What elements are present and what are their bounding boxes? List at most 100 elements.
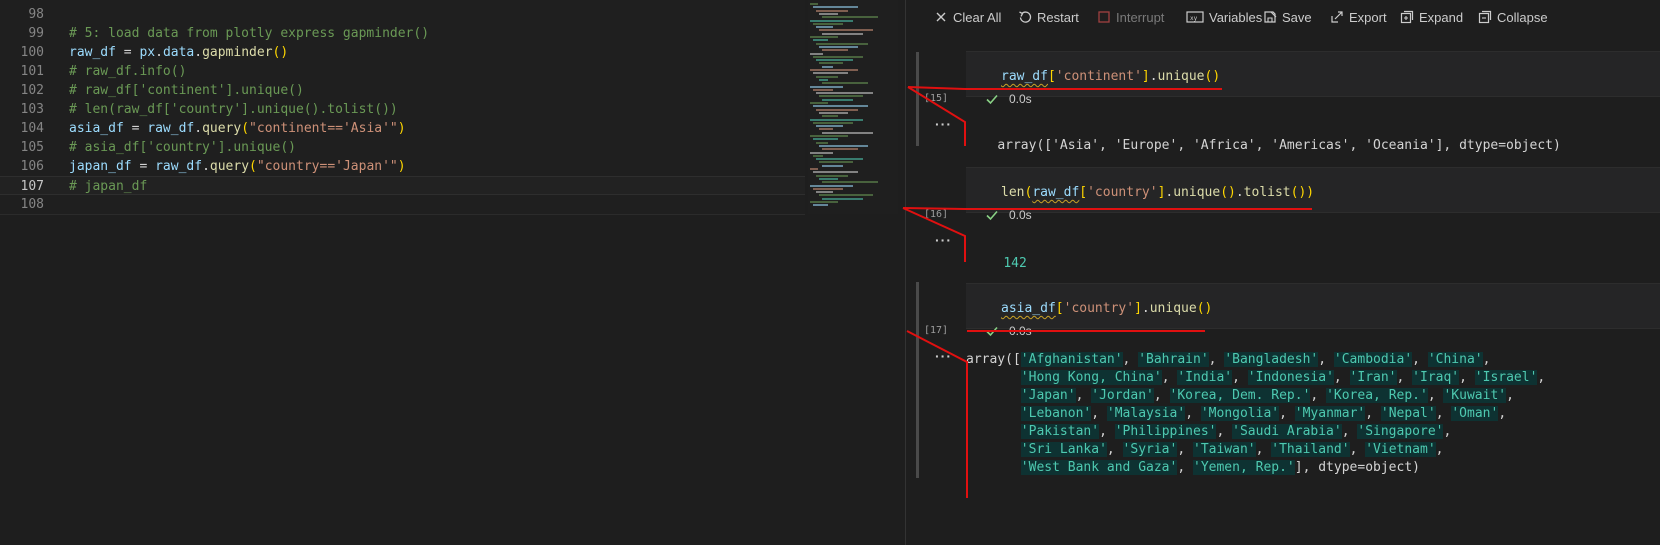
- minimap-line: [813, 204, 828, 207]
- minimap-line: [813, 187, 843, 190]
- minimap-line: [813, 72, 848, 75]
- output-more-button[interactable]: ···: [935, 232, 952, 248]
- output-line: 'Japan', 'Jordan', 'Korea, Dem. Rep.', '…: [1020, 388, 1514, 403]
- restart-icon: [1018, 10, 1032, 24]
- interrupt-button[interactable]: Interrupt: [1097, 8, 1164, 26]
- minimap-line: [822, 32, 863, 35]
- code-line[interactable]: 99 # 5: load data from plotly express gap…: [0, 24, 805, 43]
- minimap-line: [810, 102, 828, 104]
- close-icon: [934, 10, 948, 24]
- line-text: # asia_df['country'].unique(): [69, 140, 296, 155]
- cell-code[interactable]: raw_df['continent'].unique(): [1001, 68, 1220, 86]
- code-editor[interactable]: 98 99 # 5: load data from plotly express g…: [0, 0, 905, 545]
- minimap-line: [810, 85, 843, 88]
- clear-all-button[interactable]: Clear All: [934, 8, 1001, 26]
- minimap[interactable]: [808, 0, 898, 214]
- minimap-line: [819, 78, 828, 81]
- minimap-line: [813, 154, 823, 157]
- code-area[interactable]: 98 99 # 5: load data from plotly express g…: [0, 0, 805, 215]
- minimap-line: [819, 95, 863, 98]
- line-text: raw_df = px.data.gapminder(): [69, 45, 289, 60]
- minimap-line: [822, 164, 843, 167]
- minimap-line: [813, 121, 853, 124]
- code-line[interactable]: 100 raw_df = px.data.gapminder(): [0, 43, 805, 62]
- output-more-button[interactable]: ···: [935, 348, 952, 364]
- minimap-line: [822, 148, 858, 151]
- cell-code[interactable]: asia_df['country'].unique(): [1001, 300, 1212, 318]
- minimap-line: [822, 115, 838, 118]
- minimap-line: [819, 144, 868, 147]
- line-text: japan_df = raw_df.query("country=='Japan…: [69, 159, 406, 174]
- line-number: 100: [20, 45, 44, 60]
- clear-all-label: Clear All: [953, 9, 1002, 25]
- code-line[interactable]: 105 # asia_df['country'].unique(): [0, 138, 805, 157]
- minimap-line: [819, 128, 833, 131]
- code-line[interactable]: 102 # raw_df['continent'].unique(): [0, 81, 805, 100]
- svg-text:xy: xy: [1190, 15, 1198, 22]
- interactive-window: Clear All Restart Interrupt xy Variables…: [905, 0, 1660, 545]
- minimap-line: [810, 69, 858, 71]
- variables-button[interactable]: xy Variables: [1186, 8, 1262, 26]
- cell-status: 0.0s: [984, 322, 1032, 340]
- minimap-line: [816, 191, 833, 194]
- minimap-line: [813, 55, 863, 58]
- code-line[interactable]: 106 japan_df = raw_df.query("country=='Ja…: [0, 157, 805, 176]
- export-label: Export: [1349, 9, 1387, 25]
- minimap-line: [810, 184, 853, 187]
- interrupt-icon: [1097, 10, 1111, 24]
- minimap-line: [816, 125, 843, 128]
- expand-label: Expand: [1419, 9, 1464, 25]
- minimap-line: [819, 111, 848, 114]
- code-line[interactable]: 107 # japan_df: [0, 176, 805, 195]
- minimap-line: [810, 19, 853, 22]
- minimap-line: [819, 177, 838, 180]
- interrupt-label: Interrupt: [1116, 9, 1165, 25]
- cell-output: array(['Asia', 'Europe', 'Africa', 'Amer…: [966, 119, 1561, 173]
- expand-button[interactable]: Expand: [1400, 8, 1463, 26]
- output-more-button[interactable]: ···: [935, 116, 952, 132]
- code-cell-input[interactable]: len(raw_df['country'].unique().tolist()): [966, 167, 1660, 213]
- minimap-line: [813, 138, 838, 141]
- minimap-line: [819, 161, 853, 164]
- minimap-line: [819, 12, 838, 15]
- expand-icon: [1400, 10, 1414, 24]
- output-line: 'Hong Kong, China', 'India', 'Indonesia'…: [1020, 370, 1546, 385]
- execution-time: 0.0s: [1009, 92, 1032, 106]
- cell-focus-bar: [916, 52, 919, 146]
- line-number: 102: [20, 83, 44, 98]
- minimap-line: [810, 168, 818, 170]
- cell-output: array(['Afghanistan', 'Bahrain', 'Bangla…: [966, 351, 1545, 477]
- minimap-line: [816, 75, 838, 78]
- code-cell-input[interactable]: asia_df['country'].unique(): [966, 283, 1660, 329]
- line-number: 101: [20, 64, 44, 79]
- minimap-line: [819, 194, 873, 197]
- export-button[interactable]: Export: [1330, 8, 1387, 26]
- minimap-line: [816, 26, 833, 29]
- minimap-line: [822, 98, 853, 101]
- line-text: asia_df = raw_df.query("continent=='Asia…: [69, 121, 406, 136]
- execution-count: [15]: [924, 93, 949, 104]
- minimap-line: [810, 52, 823, 55]
- code-line[interactable]: 108: [0, 195, 805, 214]
- cell-code[interactable]: len(raw_df['country'].unique().tolist()): [1001, 184, 1314, 202]
- code-line[interactable]: 101 # raw_df.info(): [0, 62, 805, 81]
- minimap-line: [822, 16, 878, 19]
- check-icon: [986, 210, 998, 221]
- minimap-line: [810, 3, 818, 5]
- minimap-line: [822, 49, 848, 52]
- cell-focus-bar: [916, 282, 919, 478]
- minimap-line: [822, 82, 868, 85]
- line-number: 98: [28, 7, 44, 22]
- execution-time: 0.0s: [1009, 324, 1032, 338]
- code-cell-input[interactable]: raw_df['continent'].unique(): [966, 51, 1660, 97]
- restart-button[interactable]: Restart: [1018, 8, 1079, 26]
- code-line[interactable]: 98: [0, 5, 805, 24]
- minimap-line: [822, 197, 863, 200]
- code-line[interactable]: 104 asia_df = raw_df.query("continent=='A…: [0, 119, 805, 138]
- minimap-line: [816, 92, 873, 95]
- code-line[interactable]: 103 # len(raw_df['country'].unique().toli…: [0, 100, 805, 119]
- line-text: # 5: load data from plotly express gapmi…: [69, 26, 430, 41]
- minimap-line: [813, 88, 833, 91]
- save-button[interactable]: Save: [1263, 8, 1312, 26]
- collapse-button[interactable]: Collapse: [1478, 8, 1548, 26]
